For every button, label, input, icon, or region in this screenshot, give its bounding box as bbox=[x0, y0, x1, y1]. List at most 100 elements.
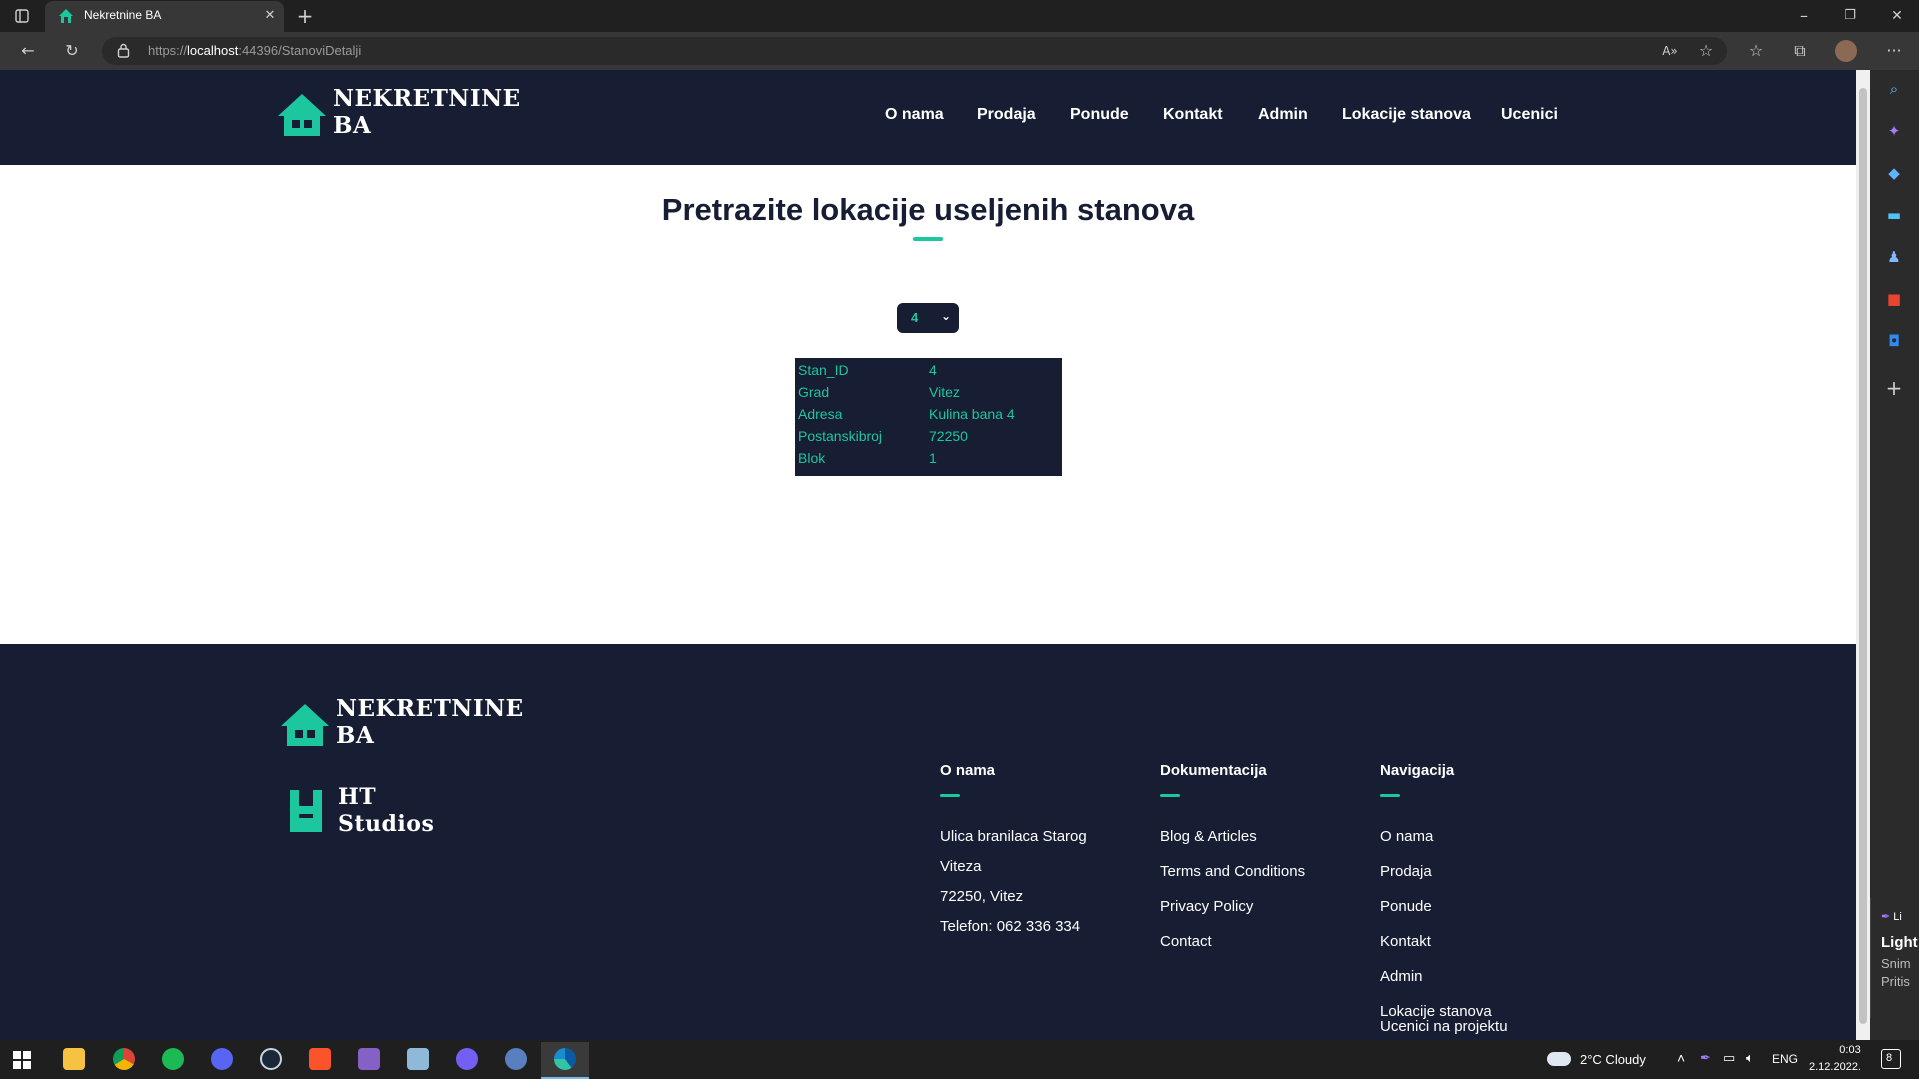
app-icon[interactable] bbox=[505, 1048, 527, 1070]
reload-icon[interactable]: ↻ bbox=[58, 37, 86, 65]
visual-studio-icon[interactable] bbox=[358, 1048, 380, 1070]
spotify-icon[interactable] bbox=[162, 1048, 184, 1070]
add-favorite-icon[interactable]: ☆ bbox=[1692, 37, 1720, 65]
detail-label: Grad bbox=[798, 384, 830, 400]
feather-icon: ✒ bbox=[1881, 911, 1891, 923]
toast-body: Pritis bbox=[1881, 974, 1910, 989]
footer-nav-kontakt[interactable]: Kontakt bbox=[1380, 933, 1431, 950]
title-underline bbox=[913, 237, 943, 241]
footer-phone: Telefon: 062 336 334 bbox=[940, 918, 1081, 935]
footer-link-blog[interactable]: Blog & Articles bbox=[1160, 828, 1257, 845]
footer-link-contact[interactable]: Contact bbox=[1160, 933, 1212, 950]
weather-text[interactable]: 2°C Cloudy bbox=[1580, 1052, 1646, 1067]
steam-icon[interactable] bbox=[260, 1048, 282, 1070]
footer-nav-o-nama[interactable]: O nama bbox=[1380, 828, 1433, 845]
office-icon[interactable]: ■ bbox=[1882, 290, 1906, 314]
footer-nav-prodaja[interactable]: Prodaja bbox=[1380, 863, 1432, 880]
detail-value: 4 bbox=[929, 362, 937, 378]
footer-nav-admin[interactable]: Admin bbox=[1380, 968, 1423, 985]
cloud-weather-icon[interactable] bbox=[1547, 1052, 1571, 1066]
toast-app-name: ✒ Li bbox=[1881, 911, 1902, 923]
page-scrollbar[interactable] bbox=[1856, 70, 1870, 1040]
network-icon[interactable]: ▭ bbox=[1723, 1050, 1735, 1066]
collections-icon[interactable]: ⧉ bbox=[1786, 37, 1814, 65]
viber-icon[interactable] bbox=[456, 1048, 478, 1070]
brave-icon[interactable] bbox=[309, 1048, 331, 1070]
games-icon[interactable]: ♟ bbox=[1882, 248, 1906, 272]
footer-nav-ponude[interactable]: Ponude bbox=[1380, 898, 1432, 915]
apartment-details-table: Stan_ID 4 Grad Vitez Adresa Kulina bana … bbox=[795, 358, 1062, 476]
footer-house-logo-icon[interactable] bbox=[279, 702, 331, 752]
detail-value: Vitez bbox=[929, 384, 960, 400]
shopping-tag-icon[interactable]: ◆ bbox=[1882, 164, 1906, 188]
scrollbar-thumb[interactable] bbox=[1859, 88, 1867, 1024]
nav-o-nama[interactable]: O nama bbox=[885, 106, 944, 124]
detail-value: Kulina bana 4 bbox=[929, 406, 1015, 422]
windows-start-icon[interactable] bbox=[13, 1051, 31, 1073]
notification-toast[interactable]: ✒ Li Light Snim Pritis bbox=[1870, 898, 1919, 1018]
detail-label: Postanskibroj bbox=[798, 428, 883, 444]
apartment-select[interactable]: 4 ⌄ bbox=[897, 303, 959, 333]
app-icon[interactable] bbox=[407, 1048, 429, 1070]
chevron-down-icon: ⌄ bbox=[941, 309, 952, 323]
windows-taskbar: 2°C Cloudy ˄ ✒ ▭ 🔈︎ ENG 0:03 2.12.2022. … bbox=[0, 1040, 1919, 1079]
url-text: https://localhost:44396/StanoviDetalji bbox=[148, 43, 362, 58]
minimize-icon[interactable]: – bbox=[1790, 2, 1818, 30]
back-icon[interactable]: ← bbox=[14, 37, 42, 65]
site-footer: NEKRETNINE BA HT Studios O nama Ulica br… bbox=[0, 644, 1856, 1040]
footer-heading-underline bbox=[1160, 794, 1180, 797]
feather-tray-icon[interactable]: ✒ bbox=[1700, 1050, 1711, 1066]
footer-address-line: Ulica branilaca Starog bbox=[940, 828, 1087, 845]
profile-avatar[interactable] bbox=[1835, 40, 1857, 62]
nav-prodaja[interactable]: Prodaja bbox=[977, 106, 1036, 124]
footer-nav-ucenici[interactable]: Ucenici na projektu bbox=[1380, 1018, 1508, 1035]
footer-link-terms[interactable]: Terms and Conditions bbox=[1160, 863, 1305, 880]
volume-icon[interactable]: 🔈︎ bbox=[1746, 1050, 1754, 1066]
chevron-up-icon[interactable]: ˄ bbox=[1677, 1050, 1685, 1066]
close-tab-icon[interactable]: ✕ bbox=[256, 2, 284, 30]
house-favicon-icon bbox=[58, 8, 74, 28]
lock-icon[interactable] bbox=[117, 43, 130, 62]
new-tab-icon[interactable]: + bbox=[291, 2, 319, 30]
add-sidebar-app-icon[interactable]: + bbox=[1882, 376, 1906, 400]
edge-taskbar-button[interactable] bbox=[541, 1042, 589, 1079]
search-icon[interactable]: ⌕ bbox=[1882, 80, 1906, 104]
edge-sidebar: ⌕ ✦ ◆ ▬ ♟ ■ ◘ + bbox=[1870, 70, 1919, 1040]
nav-kontakt[interactable]: Kontakt bbox=[1163, 106, 1223, 124]
notification-count: 8 bbox=[1886, 1052, 1893, 1064]
detail-value: 1 bbox=[929, 450, 937, 466]
footer-docs-heading: Dokumentacija bbox=[1160, 762, 1267, 779]
detail-label: Blok bbox=[798, 450, 826, 466]
outlook-icon[interactable]: ◘ bbox=[1882, 332, 1906, 356]
tools-icon[interactable]: ▬ bbox=[1882, 206, 1906, 230]
footer-logo-text[interactable]: NEKRETNINE BA bbox=[336, 695, 524, 749]
clock-time[interactable]: 0:03 bbox=[1825, 1044, 1875, 1056]
chrome-icon[interactable] bbox=[113, 1048, 135, 1070]
tab-title: Nekretnine BA bbox=[84, 8, 162, 22]
copilot-icon[interactable]: ✦ bbox=[1882, 122, 1906, 146]
footer-heading-underline bbox=[1380, 794, 1400, 797]
favorites-icon[interactable]: ☆ bbox=[1742, 37, 1770, 65]
nav-lokacije-stanova[interactable]: Lokacije stanova bbox=[1342, 106, 1471, 124]
clock-date[interactable]: 2.12.2022. bbox=[1809, 1061, 1861, 1073]
more-menu-icon[interactable]: ··· bbox=[1880, 37, 1908, 65]
footer-about-heading: O nama bbox=[940, 762, 996, 779]
nav-admin[interactable]: Admin bbox=[1258, 106, 1308, 124]
language-indicator[interactable]: ENG bbox=[1772, 1052, 1798, 1066]
tab-actions-icon[interactable] bbox=[8, 2, 36, 30]
browser-tab-active[interactable] bbox=[45, 1, 284, 32]
discord-icon[interactable] bbox=[211, 1048, 233, 1070]
ht-studios-text: HT Studios bbox=[338, 784, 435, 837]
header-logo-text[interactable]: NEKRETNINE BA bbox=[333, 85, 521, 139]
site-header: NEKRETNINE BA O nama Prodaja Ponude Kont… bbox=[0, 70, 1856, 165]
restore-icon[interactable]: ❐ bbox=[1836, 2, 1864, 30]
toast-title: Light bbox=[1881, 934, 1918, 951]
read-aloud-icon[interactable]: A» bbox=[1656, 37, 1684, 65]
footer-link-privacy[interactable]: Privacy Policy bbox=[1160, 898, 1253, 915]
close-window-icon[interactable]: ✕ bbox=[1883, 2, 1911, 30]
file-explorer-icon[interactable] bbox=[63, 1048, 85, 1070]
notification-center-icon[interactable]: 8 bbox=[1881, 1049, 1901, 1069]
nav-ucenici[interactable]: Ucenici bbox=[1501, 106, 1558, 124]
house-logo-icon[interactable] bbox=[276, 92, 328, 142]
nav-ponude[interactable]: Ponude bbox=[1070, 106, 1129, 124]
